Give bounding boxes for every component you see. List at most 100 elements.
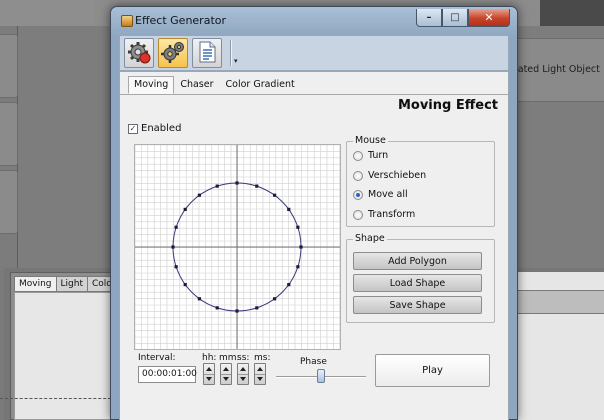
polygon-vertex[interactable] xyxy=(235,309,239,313)
mouse-group: Mouse Turn Verschieben Move all Transfor… xyxy=(346,135,495,227)
arrow-up-icon xyxy=(257,367,263,371)
background-tab-light[interactable]: Light xyxy=(55,276,88,292)
background-light-object-label: erated Light Object xyxy=(508,64,600,75)
stepper-divider xyxy=(221,374,231,375)
radio-icon xyxy=(353,209,363,220)
polygon-vertex[interactable] xyxy=(255,184,259,188)
shape-canvas[interactable] xyxy=(135,145,340,349)
tab-chaser[interactable]: Chaser xyxy=(174,76,219,94)
gear-red-icon xyxy=(127,40,151,67)
toolbar-button-document[interactable] xyxy=(192,38,222,68)
polygon-vertex[interactable] xyxy=(183,207,187,211)
add-polygon-button[interactable]: Add Polygon xyxy=(353,252,482,270)
load-shape-button[interactable]: Load Shape xyxy=(353,274,482,292)
radio-selected-icon xyxy=(353,189,363,200)
shape-editor-grid[interactable] xyxy=(134,144,341,350)
background-left-button[interactable] xyxy=(0,170,18,234)
polygon-vertex[interactable] xyxy=(215,184,219,188)
milliseconds-stepper[interactable] xyxy=(254,363,266,385)
polygon-vertex[interactable] xyxy=(287,207,291,211)
arrow-down-icon xyxy=(257,377,263,381)
background-top-left xyxy=(0,0,95,26)
checkmark-icon: ✓ xyxy=(128,123,138,134)
interval-input[interactable]: 00:00:01:00 xyxy=(138,366,197,383)
polygon-vertex[interactable] xyxy=(287,283,291,287)
unit-label-hh: hh: xyxy=(202,353,217,363)
shape-group-title: Shape xyxy=(353,233,387,244)
polygon-vertex[interactable] xyxy=(255,306,259,310)
minutes-stepper[interactable] xyxy=(220,363,232,385)
radio-verschieben-label: Verschieben xyxy=(368,170,427,181)
background-left-panel xyxy=(0,26,18,270)
polygon-vertex[interactable] xyxy=(183,283,187,287)
maximize-button[interactable]: □ xyxy=(442,9,468,27)
radio-verschieben[interactable]: Verschieben xyxy=(353,170,426,181)
save-shape-button[interactable]: Save Shape xyxy=(353,296,482,314)
polygon-vertex[interactable] xyxy=(197,297,201,301)
enabled-checkbox[interactable]: ✓ Enabled xyxy=(128,123,181,134)
background-tab-moving[interactable]: Moving xyxy=(14,276,57,292)
polygon-vertex[interactable] xyxy=(174,225,178,229)
polygon-vertex[interactable] xyxy=(273,193,277,197)
polygon-vertex[interactable] xyxy=(197,193,201,197)
polygon-vertex[interactable] xyxy=(296,265,300,269)
polygon-vertex[interactable] xyxy=(235,181,239,185)
stepper-divider xyxy=(204,374,214,375)
enabled-label: Enabled xyxy=(141,123,182,134)
radio-turn[interactable]: Turn xyxy=(353,150,388,161)
hours-stepper[interactable] xyxy=(203,363,215,385)
polygon-vertex[interactable] xyxy=(296,225,300,229)
unit-label-ms: ms: xyxy=(254,353,271,363)
interval-label: Interval: xyxy=(138,353,176,363)
arrow-up-icon xyxy=(240,367,246,371)
arrow-down-icon xyxy=(206,377,212,381)
background-left-button[interactable] xyxy=(0,102,18,166)
polygon-vertex[interactable] xyxy=(273,297,277,301)
arrow-up-icon xyxy=(223,367,229,371)
radio-move-all[interactable]: Move all xyxy=(353,189,408,200)
arrow-down-icon xyxy=(223,377,229,381)
maximize-icon: □ xyxy=(450,12,460,23)
tab-color-gradient[interactable]: Color Gradient xyxy=(220,76,301,94)
background-tab-strip: Moving Light Color xyxy=(14,276,121,292)
play-button[interactable]: Play xyxy=(375,354,490,387)
radio-move-all-label: Move all xyxy=(368,189,408,200)
polygon-vertex[interactable] xyxy=(215,306,219,310)
document-icon xyxy=(196,40,218,67)
radio-icon xyxy=(353,150,363,161)
tab-divider xyxy=(120,94,508,95)
polygon-vertex[interactable] xyxy=(174,265,178,269)
background-dashed-line xyxy=(0,398,116,399)
arrow-up-icon xyxy=(206,367,212,371)
close-button[interactable]: ✕ xyxy=(468,9,510,27)
polygon-vertex[interactable] xyxy=(299,245,303,249)
phase-slider-thumb[interactable] xyxy=(317,369,325,383)
effect-generator-window: Effect Generator – □ ✕ ▾ Moving Chaser C… xyxy=(110,6,518,420)
radio-transform-label: Transform xyxy=(368,209,416,220)
radio-turn-label: Turn xyxy=(368,150,389,161)
minimize-button[interactable]: – xyxy=(416,9,442,27)
toolbar-overflow-icon[interactable]: ▾ xyxy=(234,57,238,65)
polygon-vertex[interactable] xyxy=(171,245,175,249)
tab-moving[interactable]: Moving xyxy=(128,76,175,94)
gears-icon xyxy=(161,40,185,67)
toolbar-separator xyxy=(230,40,232,66)
effect-tabs: Moving Chaser Color Gradient xyxy=(128,76,301,94)
radio-icon xyxy=(353,170,363,181)
seconds-stepper[interactable] xyxy=(237,363,249,385)
minimize-icon: – xyxy=(426,12,432,23)
background-lower-right-bar xyxy=(510,290,604,314)
stepper-divider xyxy=(238,374,248,375)
toolbar: ▾ xyxy=(119,35,509,71)
effect-heading-reflection: Moving Effect xyxy=(397,100,498,109)
close-icon: ✕ xyxy=(484,11,494,24)
radio-transform[interactable]: Transform xyxy=(353,209,415,220)
toolbar-button-gears[interactable] xyxy=(158,38,188,68)
app-icon xyxy=(121,15,133,27)
stepper-divider xyxy=(255,374,265,375)
window-title: Effect Generator xyxy=(135,14,227,27)
phase-label: Phase xyxy=(300,357,327,367)
toolbar-button-settings[interactable] xyxy=(124,38,154,68)
arrow-down-icon xyxy=(240,377,246,381)
background-left-button[interactable] xyxy=(0,34,18,98)
